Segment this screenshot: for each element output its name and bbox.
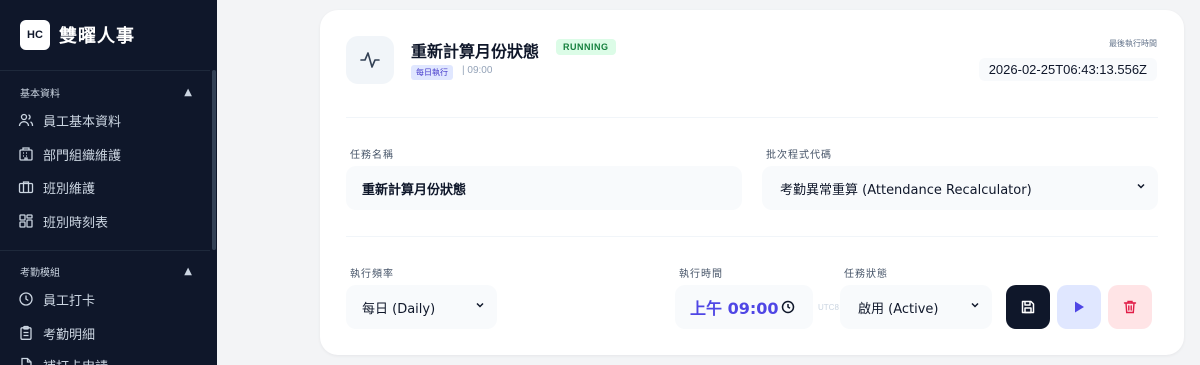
sidebar-item-label: 補打卡申請	[43, 356, 108, 365]
task-name-input[interactable]: 重新計算月份狀態	[346, 166, 742, 210]
caret-up-icon: ▲	[184, 266, 192, 277]
sidebar-item-label: 班別維護	[43, 181, 96, 197]
frequency-value: 每日 (Daily)	[362, 301, 436, 317]
job-card: 重新計算月份狀態 RUNNING 每日執行 | 09:00 最後執行時間 202…	[320, 10, 1184, 355]
clock-icon[interactable]	[781, 300, 795, 314]
play-icon	[1075, 301, 1084, 313]
sidebar-item-employees[interactable]: 員工基本資料	[18, 107, 208, 133]
file-icon	[21, 357, 32, 365]
grid-icon	[19, 214, 33, 228]
sidebar: HC 雙曜人事 基本資料 ▲ 員工基本資料 部門組織維護 班別維護 班別時刻表 …	[0, 0, 217, 365]
delete-button[interactable]	[1108, 285, 1152, 329]
sidebar-section-basic[interactable]: 基本資料 ▲	[20, 85, 192, 100]
program-label: 批次程式代碼	[766, 150, 832, 161]
job-title: 重新計算月份狀態	[411, 42, 540, 61]
sidebar-divider	[0, 70, 210, 71]
last-run-label: 最後執行時間	[1109, 39, 1157, 48]
program-select[interactable]: 考勤異常重算 (Attendance Recalculator)	[762, 166, 1158, 210]
divider	[346, 236, 1158, 237]
brand-name: 雙曜人事	[59, 26, 135, 47]
chevron-down-icon	[1137, 183, 1145, 189]
users-icon	[18, 113, 34, 127]
status-label: 任務狀態	[844, 269, 888, 280]
time-label: 執行時間	[679, 269, 723, 280]
sidebar-item-label: 員工打卡	[43, 293, 96, 309]
last-run-value: 2026-02-25T06:43:13.556Z	[978, 58, 1157, 81]
frequency-badge: 每日執行	[411, 65, 453, 80]
task-name-label: 任務名稱	[350, 150, 394, 161]
sidebar-section-label: 基本資料	[20, 89, 60, 100]
caret-up-icon: ▲	[184, 87, 192, 98]
chevron-down-icon	[971, 302, 979, 308]
sidebar-section-label: 考勤模組	[20, 268, 60, 279]
status-badge: RUNNING	[556, 39, 616, 55]
sidebar-item-label: 考勤明細	[43, 327, 96, 343]
clock-icon	[19, 292, 33, 306]
sidebar-item-label: 員工基本資料	[43, 114, 122, 130]
schedule-time-meta: | 09:00	[462, 65, 493, 76]
activity-icon	[346, 36, 394, 84]
time-input[interactable]: 上午 09:00	[675, 285, 813, 329]
save-button[interactable]	[1006, 285, 1050, 329]
chevron-down-icon	[476, 302, 484, 308]
sidebar-item-attendance-detail[interactable]: 考勤明細	[18, 320, 208, 346]
time-value: 上午 09:00	[690, 299, 779, 318]
sidebar-item-shift-schedule[interactable]: 班別時刻表	[18, 208, 208, 234]
building-icon	[19, 147, 33, 161]
clipboard-icon	[20, 325, 32, 340]
frequency-label: 執行頻率	[350, 269, 394, 280]
status-select[interactable]: 啟用 (Active)	[840, 285, 992, 329]
sidebar-item-clock-in[interactable]: 員工打卡	[18, 286, 208, 312]
briefcase-icon	[18, 181, 34, 194]
sidebar-item-departments[interactable]: 部門組織維護	[18, 141, 208, 167]
program-value: 考勤異常重算 (Attendance Recalculator)	[780, 182, 1032, 198]
brand[interactable]: HC 雙曜人事	[20, 20, 135, 50]
sidebar-divider	[0, 250, 210, 251]
save-icon	[1021, 300, 1035, 314]
divider	[346, 117, 1158, 118]
status-value: 啟用 (Active)	[858, 301, 939, 317]
timezone-label: UTC8	[818, 303, 839, 312]
sidebar-item-punch-request[interactable]: 補打卡申請	[18, 352, 208, 365]
sidebar-item-shifts[interactable]: 班別維護	[18, 174, 208, 200]
trash-icon	[1123, 300, 1137, 314]
task-name-value: 重新計算月份狀態	[362, 182, 467, 198]
sidebar-item-label: 班別時刻表	[43, 215, 109, 231]
sidebar-item-label: 部門組織維護	[43, 148, 122, 164]
run-button[interactable]	[1057, 285, 1101, 329]
frequency-select[interactable]: 每日 (Daily)	[346, 285, 497, 329]
brand-logo: HC	[20, 20, 50, 50]
sidebar-section-attendance[interactable]: 考勤模組 ▲	[20, 264, 192, 279]
sidebar-scrollbar[interactable]	[212, 70, 216, 250]
